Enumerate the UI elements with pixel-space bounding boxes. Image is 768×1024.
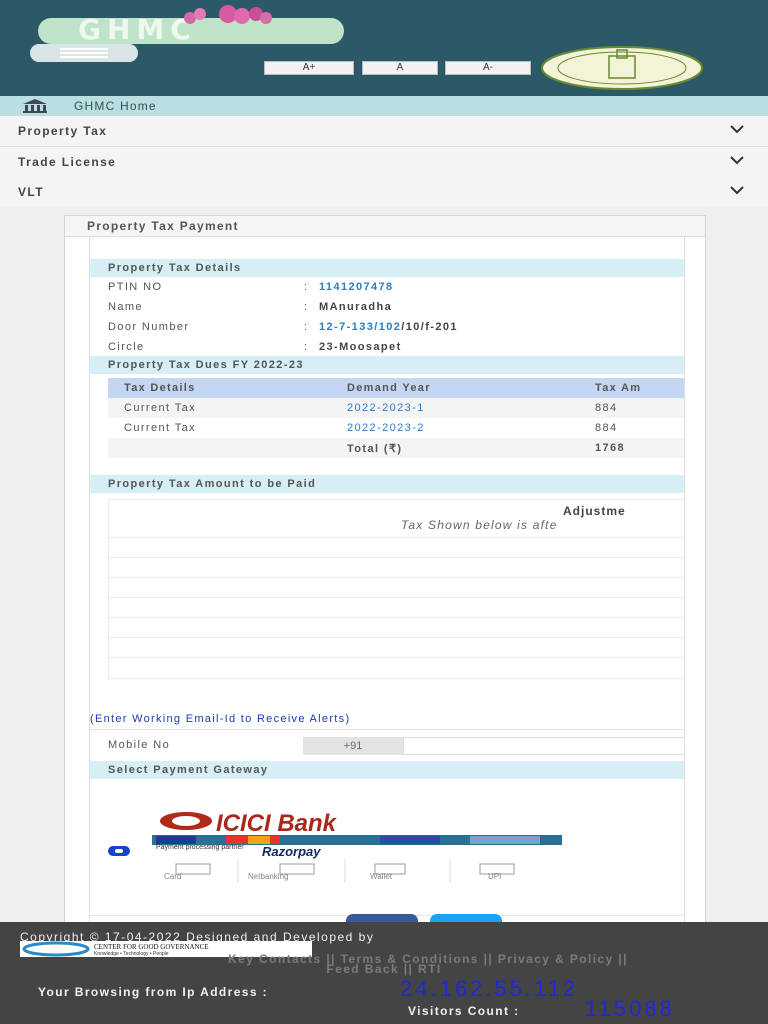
column-header: Tax Am — [595, 382, 642, 394]
door-number-link[interactable]: 12-7-133/102 — [319, 321, 401, 333]
divider — [109, 537, 684, 538]
divider — [109, 657, 684, 658]
footer-links-line-2[interactable]: Feed Back || RTI — [0, 963, 768, 975]
method-upi: UPI — [488, 872, 501, 881]
gateway-section-heading: Select Payment Gateway — [90, 761, 684, 779]
accordion-label: Property Tax — [18, 124, 108, 138]
total-value: 1768 — [595, 442, 626, 454]
tax-detail-cell: Current Tax — [124, 422, 197, 434]
divider — [109, 557, 684, 558]
column-header: Demand Year — [347, 382, 431, 394]
ptin-link[interactable]: 1141207478 — [319, 281, 394, 293]
accordion-label: Trade License — [18, 155, 117, 169]
column-header: Tax Details — [124, 382, 196, 394]
demand-year-link[interactable]: 2022-2023-1 — [347, 402, 425, 414]
adjustment-title: Adjustme — [563, 504, 626, 518]
dues-table-header: Tax Details Demand Year Tax Am — [108, 378, 684, 398]
divider — [90, 729, 684, 730]
accordion-label: VLT — [18, 185, 44, 199]
demand-year-link[interactable]: 2022-2023-2 — [347, 422, 425, 434]
circle-value: 23-Moosapet — [319, 341, 402, 353]
property-tax-payment-panel: Property Tax Payment Property Tax Detail… — [64, 215, 706, 927]
table-row: Current Tax 2022-2023-2 884 — [108, 418, 684, 438]
section-heading-text: Select Payment Gateway — [108, 764, 269, 776]
tax-amount-cell: 884 — [595, 422, 618, 434]
divider — [109, 617, 684, 618]
email-alert-note: (Enter Working Email-Id to Receive Alert… — [90, 713, 351, 725]
separator: : — [304, 281, 309, 293]
door-number-label: Door Number — [108, 321, 190, 333]
footer-links[interactable]: Key Contacts || Terms & Conditions || Pr… — [0, 953, 768, 975]
tax-detail-cell: Current Tax — [124, 402, 197, 414]
chevron-down-icon — [730, 156, 744, 165]
panel-header: Property Tax Payment — [65, 216, 705, 237]
total-label: Total (₹) — [347, 443, 403, 455]
font-normal-button[interactable]: A — [362, 61, 438, 75]
separator: : — [304, 301, 309, 313]
accordion-trade-license[interactable]: Trade License — [0, 147, 768, 178]
name-row: Name : MAnuradha — [90, 297, 684, 317]
name-value: MAnuradha — [319, 301, 393, 313]
circle-label: Circle — [108, 341, 145, 353]
ghmc-home-link[interactable]: GHMC Home — [74, 99, 157, 113]
dues-section-heading: Property Tax Dues FY 2022-23 — [90, 356, 684, 374]
ip-address-label: Your Browsing from Ip Address : — [38, 985, 269, 999]
separator: : — [304, 341, 309, 353]
divider — [109, 637, 684, 638]
logo-text: GHMC — [78, 13, 197, 46]
telangana-emblem-icon — [541, 46, 703, 90]
mobile-label: Mobile No — [108, 739, 171, 751]
section-heading-text: Property Tax Dues FY 2022-23 — [108, 359, 304, 371]
icici-razorpay-gateway-option[interactable]: ICICI Bank Payment processing partner Ra… — [150, 809, 620, 893]
accordion-property-tax[interactable]: Property Tax — [0, 116, 768, 147]
divider — [109, 577, 684, 578]
method-wallet: Wallet — [370, 872, 393, 881]
chevron-down-icon — [730, 125, 744, 134]
amount-section-heading: Property Tax Amount to be Paid — [90, 475, 684, 493]
accordion-vlt[interactable]: VLT — [0, 177, 768, 208]
cgg-name: CENTER FOR GOOD GOVERNANCE — [94, 943, 209, 951]
separator: : — [304, 321, 309, 333]
total-row: Total (₹) 1768 — [108, 438, 684, 458]
visitors-count-label: Visitors Count : — [408, 1004, 520, 1018]
method-netbanking: Netbanking — [248, 872, 288, 881]
site-footer: Copyright © 17-04-2022 Designed and Deve… — [0, 922, 768, 1024]
font-increase-button[interactable]: A+ — [264, 61, 354, 75]
chevron-down-icon — [730, 186, 744, 195]
section-heading-text: Property Tax Amount to be Paid — [108, 478, 317, 490]
site-header: GHMC A+ A A- — [0, 0, 768, 96]
flower-logo-icon — [184, 5, 272, 24]
door-number-row: Door Number : 12-7-133/102/10/f-201 — [90, 317, 684, 337]
razorpay-name: Razorpay — [262, 844, 321, 859]
mobile-number-input[interactable] — [403, 737, 684, 755]
mobile-country-code: +91 — [303, 737, 403, 755]
divider — [109, 597, 684, 598]
panel-title: Property Tax Payment — [87, 219, 239, 233]
ptin-label: PTIN NO — [108, 281, 163, 293]
tax-amount-cell: 884 — [595, 402, 618, 414]
ip-address-value: 24.162.55.112 — [400, 976, 579, 1001]
circle-row: Circle : 23-Moosapet — [90, 337, 684, 357]
bank-name: ICICI Bank — [216, 810, 338, 837]
ptin-row: PTIN NO : 1141207478 — [90, 277, 684, 297]
hamburger-icon — [60, 46, 108, 60]
font-decrease-button[interactable]: A- — [445, 61, 531, 75]
home-link-bar[interactable]: GHMC Home — [0, 96, 768, 116]
bank-icon — [23, 99, 47, 113]
visitors-count-value: 115088 — [585, 996, 675, 1021]
partner-text: Payment processing partner — [156, 844, 244, 851]
method-card: Card — [164, 872, 181, 881]
door-number-rest: /10/f-201 — [401, 321, 458, 333]
section-heading-text: Property Tax Details — [108, 262, 242, 274]
table-row: Current Tax 2022-2023-1 884 — [108, 398, 684, 418]
adjustment-note: Tax Shown below is afte — [401, 518, 558, 532]
adjustment-box: Adjustme Tax Shown below is afte — [108, 499, 684, 679]
gateway-radio[interactable] — [108, 846, 130, 856]
panel-body: Property Tax Details PTIN NO : 114120747… — [89, 237, 685, 926]
name-label: Name — [108, 301, 143, 313]
details-section-heading: Property Tax Details — [90, 259, 684, 277]
